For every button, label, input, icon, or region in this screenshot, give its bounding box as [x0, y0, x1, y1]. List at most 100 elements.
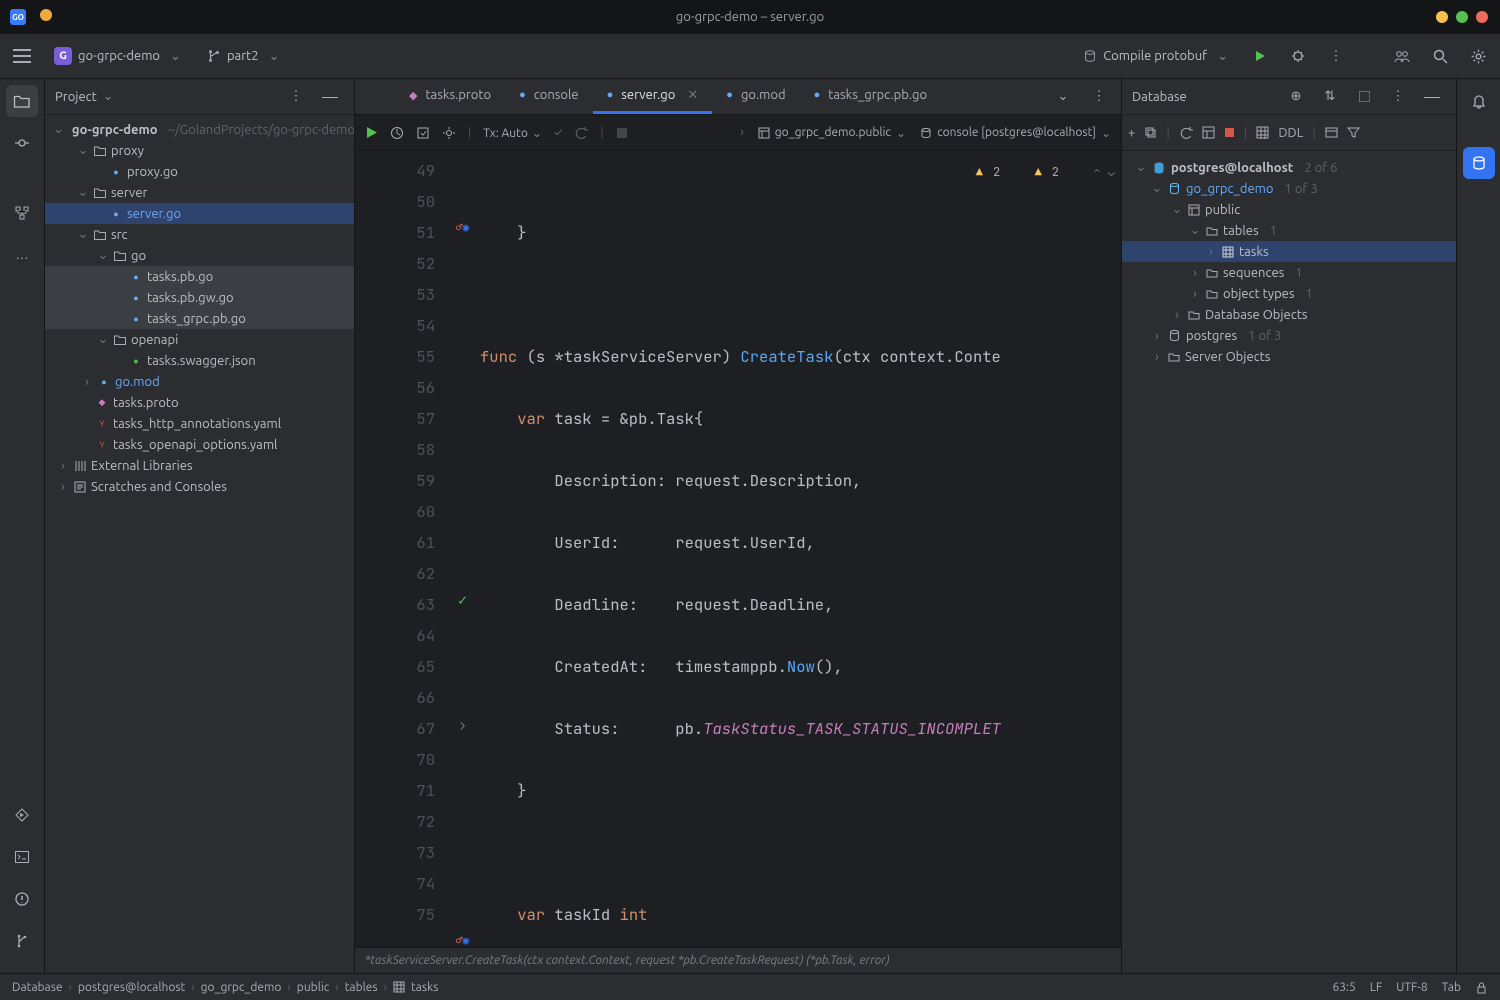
settings-button[interactable] — [1464, 42, 1492, 70]
search-button[interactable] — [1426, 42, 1454, 70]
traffic-max[interactable] — [1456, 11, 1468, 23]
services-tool-button[interactable] — [6, 799, 38, 831]
tree-item: tasks.proto — [113, 396, 179, 410]
db-collapse-icon[interactable]: ⇅ — [1316, 83, 1344, 111]
tree-item: go — [131, 249, 146, 263]
panel-hide-icon[interactable]: — — [316, 83, 344, 111]
db-icon — [1083, 49, 1097, 63]
problems-tool-button[interactable] — [6, 883, 38, 915]
traffic-min[interactable] — [1436, 11, 1448, 23]
db-more-icon[interactable]: ⋮ — [1384, 83, 1412, 111]
tab-console[interactable]: ●console — [505, 79, 593, 114]
tree-item: Scratches and Consoles — [91, 480, 227, 494]
readonly-icon[interactable] — [1475, 981, 1488, 994]
db-filter-icon[interactable] — [1347, 126, 1360, 139]
notifications-button[interactable] — [1463, 85, 1495, 117]
tab-tasks-grpc[interactable]: ●tasks_grpc.pb.go — [800, 79, 941, 114]
commit-icon[interactable]: ✓ — [554, 126, 562, 139]
terminal-tool-button[interactable] — [6, 841, 38, 873]
more-tools-button[interactable]: … — [6, 239, 38, 271]
branch-icon — [207, 49, 221, 63]
line-ending[interactable]: LF — [1370, 981, 1382, 994]
tree-root: go-grpc-demo — [72, 123, 158, 137]
main-menu-button[interactable] — [8, 42, 36, 70]
table-icon — [393, 981, 405, 993]
tb-icon[interactable] — [390, 126, 404, 140]
panel-more-icon[interactable]: ⋮ — [282, 83, 310, 111]
database-panel: Database ⊕ ⇅ ⋮ — + | | DDL | ⌄postgres@l… — [1121, 79, 1456, 973]
line-gutter: 4950515253545556575859606162636465666770… — [355, 151, 445, 947]
title-bar: GO go-grpc-demo – server.go — [0, 0, 1500, 34]
tab-tasks-proto[interactable]: ◆tasks.proto — [395, 79, 505, 114]
tree-item: server — [111, 186, 147, 200]
stop-icon[interactable] — [616, 127, 628, 139]
database-tool-button[interactable] — [1463, 147, 1495, 179]
tree-item: openapi — [131, 333, 178, 347]
db-add-icon[interactable]: + — [1128, 126, 1135, 140]
db-new-icon[interactable]: ⊕ — [1282, 83, 1310, 111]
structure-tool-button[interactable] — [6, 197, 38, 229]
tabs-dropdown[interactable]: ⌄ — [1049, 83, 1077, 111]
tab-server-go[interactable]: ●server.go✕ — [593, 79, 713, 114]
project-tool-button[interactable] — [6, 85, 38, 117]
schema-selector[interactable]: go_grpc_demo.public⌄ — [758, 126, 906, 140]
debug-button[interactable] — [1284, 42, 1312, 70]
status-breadcrumbs[interactable]: Database› postgres@localhost› go_grpc_de… — [12, 981, 438, 994]
rollback-icon[interactable] — [574, 126, 588, 140]
ddl-button[interactable]: DDL — [1278, 126, 1303, 140]
branch-selector[interactable]: part2 — [199, 45, 288, 68]
tab-go-mod[interactable]: ●go.mod — [712, 79, 799, 114]
editor-area: ◆tasks.proto ●console ●server.go✕ ●go.mo… — [355, 79, 1121, 973]
session-selector[interactable]: console [postgres@localhost]⌄ — [920, 126, 1111, 140]
status-bar: Database› postgres@localhost› go_grpc_de… — [0, 973, 1500, 1000]
db-table-icon[interactable] — [1256, 126, 1269, 139]
commit-tool-button[interactable] — [6, 127, 38, 159]
project-selector[interactable]: Ggo-grpc-demo — [46, 43, 189, 69]
close-icon[interactable]: ✕ — [687, 88, 698, 103]
more-actions-button[interactable]: ⋮ — [1322, 42, 1350, 70]
db-refresh-icon[interactable] — [1179, 126, 1193, 140]
tree-item-selected: server.go — [127, 207, 181, 221]
tree-item: tasks.pb.gw.go — [147, 291, 234, 305]
run-button[interactable] — [1246, 42, 1274, 70]
tb-icon[interactable] — [442, 126, 456, 140]
editor-tabs: ◆tasks.proto ●console ●server.go✕ ●go.mo… — [355, 79, 1121, 115]
database-tree[interactable]: ⌄postgres@localhost2 of 6 ⌄go_grpc_demo1… — [1122, 151, 1456, 973]
tree-item: tasks_http_annotations.yaml — [113, 417, 281, 431]
db-copy-icon[interactable] — [1144, 126, 1157, 139]
tree-item: tasks_openapi_options.yaml — [113, 438, 277, 452]
tree-item: tasks_grpc.pb.go — [147, 312, 246, 326]
tree-item: tasks.pb.go — [147, 270, 213, 284]
code-breadcrumb[interactable]: *taskServiceServer.CreateTask(ctx contex… — [355, 947, 1121, 973]
vcs-tool-button[interactable] — [6, 925, 38, 957]
project-tree[interactable]: ⌄go-grpc-demo~/GolandProjects/go-grpc-de… — [45, 115, 354, 973]
app-icon: GO — [10, 9, 26, 25]
db-hide-icon[interactable]: — — [1418, 83, 1446, 111]
code-editor[interactable]: ▲2 ▲2 ⌃ ⌄ 495051525354555657585960616263… — [355, 151, 1121, 947]
run-config-selector[interactable]: Compile protobuf — [1075, 45, 1236, 68]
window-title: go-grpc-demo – server.go — [676, 10, 825, 24]
tree-item: proxy.go — [127, 165, 178, 179]
code-with-me-button[interactable] — [1388, 42, 1416, 70]
tb-icon[interactable] — [416, 126, 430, 140]
code-body[interactable]: } func (s *taskServiceServer) CreateTask… — [480, 151, 1121, 947]
folder-icon — [93, 144, 107, 158]
indent[interactable]: Tab — [1442, 981, 1461, 994]
db-view-icon[interactable] — [1325, 126, 1338, 139]
project-panel-title: Project — [55, 90, 97, 104]
window-minimize[interactable] — [40, 9, 52, 21]
caret-position[interactable]: 63:5 — [1332, 981, 1355, 994]
db-stop-icon2[interactable] — [1224, 127, 1235, 138]
traffic-close[interactable] — [1476, 11, 1488, 23]
ok-gutter-icon: ✓ — [445, 585, 480, 616]
navigation-bar: Ggo-grpc-demo part2 Compile protobuf ⋮ — [0, 34, 1500, 79]
project-panel: Project ⌄ ⋮ — ⌄go-grpc-demo~/GolandProje… — [45, 79, 355, 973]
tabs-more[interactable]: ⋮ — [1085, 83, 1113, 111]
tx-mode[interactable]: Tx: Auto — [483, 126, 542, 140]
tree-item: External Libraries — [91, 459, 193, 473]
run-query-icon[interactable] — [365, 126, 378, 139]
db-stop-icon[interactable] — [1350, 83, 1378, 111]
tree-item: proxy — [111, 144, 144, 158]
encoding[interactable]: UTF-8 — [1396, 981, 1427, 994]
db-diag-icon[interactable] — [1202, 126, 1215, 139]
